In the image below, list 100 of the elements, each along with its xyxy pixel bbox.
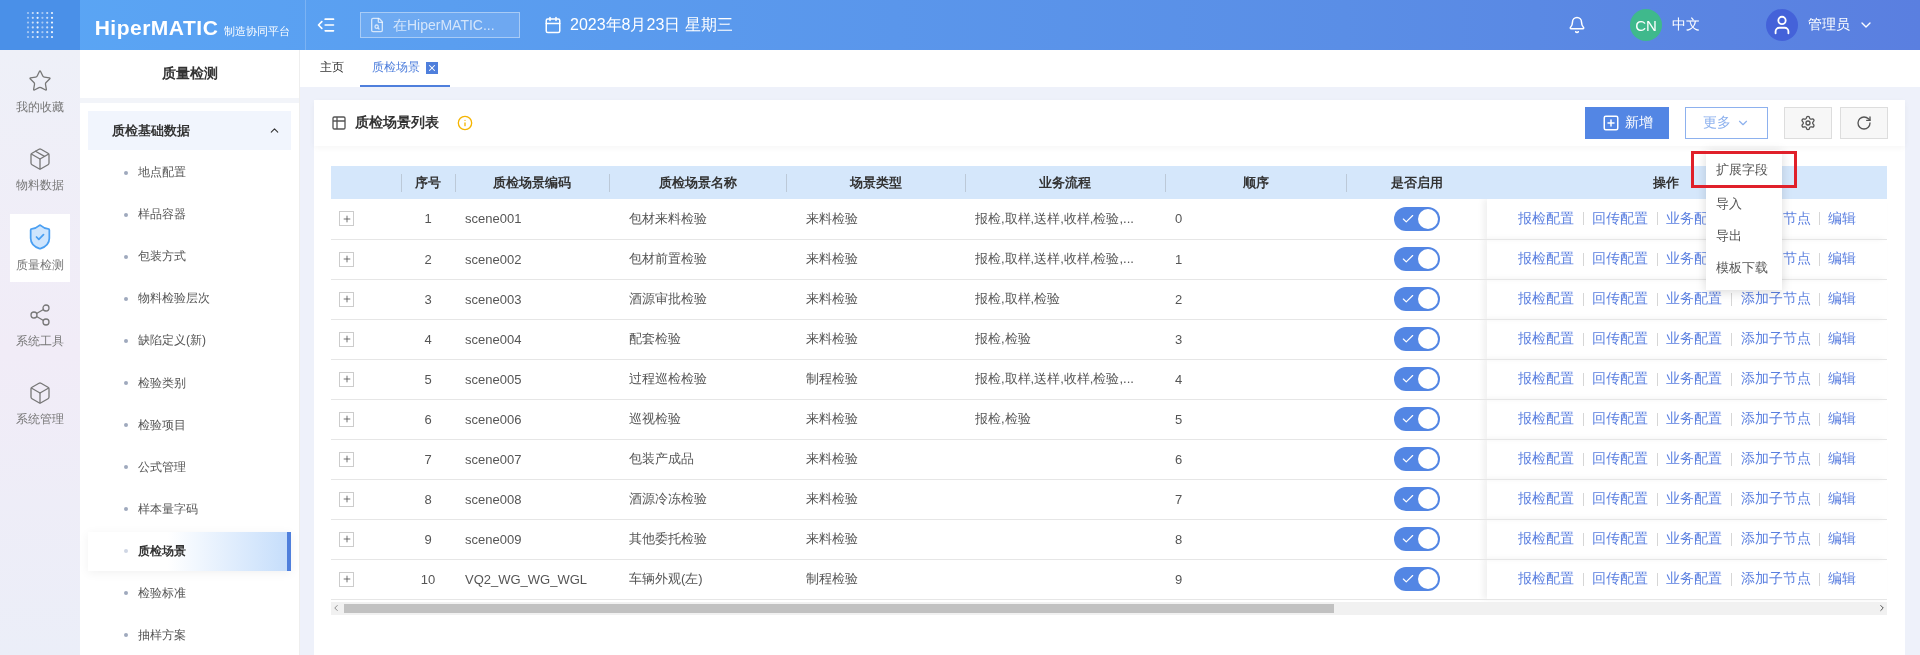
add-button[interactable]: 新增: [1585, 107, 1669, 139]
toggle-switch[interactable]: [1393, 567, 1440, 591]
action-link[interactable]: 业务配置: [1665, 290, 1722, 308]
scroll-left-icon[interactable]: [331, 603, 341, 613]
action-link[interactable]: 业务配置: [1665, 330, 1722, 348]
expand-button[interactable]: [339, 331, 354, 347]
action-link[interactable]: 添加子节点: [1740, 450, 1811, 468]
tab[interactable]: 主页: [308, 50, 356, 87]
action-link[interactable]: 节点: [1782, 250, 1811, 268]
action-link[interactable]: 回传配置: [1591, 250, 1648, 268]
action-link[interactable]: 回传配置: [1591, 330, 1648, 348]
action-link[interactable]: 添加子节点: [1740, 370, 1811, 388]
action-link[interactable]: 业务配置: [1665, 570, 1722, 588]
action-link[interactable]: 回传配置: [1591, 370, 1648, 388]
action-link[interactable]: 报检配置: [1517, 330, 1574, 348]
language-label[interactable]: 中文: [1672, 16, 1700, 34]
expand-button[interactable]: [339, 491, 354, 507]
expand-button[interactable]: [339, 251, 354, 267]
refresh-button[interactable]: [1840, 107, 1888, 139]
sidebar-item[interactable]: 样本量字码: [88, 489, 291, 529]
sidebar-item[interactable]: 缺陷定义(新): [88, 321, 291, 361]
toggle-switch[interactable]: [1393, 287, 1440, 311]
action-link[interactable]: 报检配置: [1517, 290, 1574, 308]
action-link[interactable]: 编辑: [1827, 370, 1856, 388]
action-link[interactable]: 报检配置: [1517, 250, 1574, 268]
user-avatar[interactable]: [1766, 9, 1798, 41]
toggle-switch[interactable]: [1393, 527, 1440, 551]
nav-rail-item[interactable]: 系统工具: [10, 292, 70, 360]
action-link[interactable]: 报检配置: [1517, 450, 1574, 468]
sidebar-item[interactable]: 抽样方案: [88, 615, 291, 655]
action-link[interactable]: 编辑: [1827, 330, 1856, 348]
toggle-switch[interactable]: [1393, 407, 1440, 431]
settings-button[interactable]: [1784, 107, 1832, 139]
action-link[interactable]: 回传配置: [1591, 290, 1648, 308]
action-link[interactable]: 业务配置: [1665, 450, 1722, 468]
menu-item[interactable]: 导出: [1706, 220, 1782, 252]
toggle-switch[interactable]: [1393, 487, 1440, 511]
action-link[interactable]: 添加子节点: [1740, 330, 1811, 348]
action-link[interactable]: 报检配置: [1517, 570, 1574, 588]
expand-button[interactable]: [339, 211, 354, 227]
nav-rail-item[interactable]: 我的收藏: [10, 58, 70, 126]
action-link[interactable]: 报检配置: [1517, 370, 1574, 388]
sidebar-item[interactable]: 检验项目: [88, 405, 291, 445]
sidebar-item[interactable]: 地点配置: [88, 153, 291, 193]
action-link[interactable]: 编辑: [1827, 209, 1856, 228]
expand-button[interactable]: [339, 571, 354, 587]
more-button[interactable]: 更多: [1685, 107, 1768, 139]
nav-rail-item[interactable]: 物料数据: [10, 136, 70, 204]
action-link[interactable]: 业务配置: [1665, 530, 1722, 548]
action-link[interactable]: 业务配置: [1665, 370, 1722, 388]
expand-button[interactable]: [339, 411, 354, 427]
close-icon[interactable]: [426, 61, 438, 74]
toggle-switch[interactable]: [1393, 206, 1440, 231]
toggle-switch[interactable]: [1393, 447, 1440, 471]
action-link[interactable]: 报检配置: [1517, 490, 1574, 508]
action-link[interactable]: 回传配置: [1591, 530, 1648, 548]
sidebar-item[interactable]: 质检场景: [88, 531, 291, 571]
sidebar-item[interactable]: 包装方式: [88, 237, 291, 277]
action-link[interactable]: 回传配置: [1591, 450, 1648, 468]
user-name[interactable]: 管理员: [1808, 16, 1850, 34]
expand-button[interactable]: [339, 291, 354, 307]
action-link[interactable]: 编辑: [1827, 290, 1856, 308]
action-link[interactable]: 回传配置: [1591, 209, 1648, 228]
toggle-switch[interactable]: [1393, 327, 1440, 351]
toggle-switch[interactable]: [1393, 247, 1440, 271]
menu-item[interactable]: 扩展字段: [1691, 151, 1797, 188]
nav-rail-item[interactable]: 质量检测: [10, 214, 70, 282]
action-link[interactable]: 编辑: [1827, 490, 1856, 508]
action-link[interactable]: 回传配置: [1591, 570, 1648, 588]
info-icon[interactable]: [457, 115, 473, 131]
action-link[interactable]: 业务配置: [1665, 410, 1722, 428]
expand-button[interactable]: [339, 531, 354, 547]
action-link[interactable]: 添加子节点: [1740, 570, 1811, 588]
sidebar-item[interactable]: 公式管理: [88, 447, 291, 487]
action-link[interactable]: 报检配置: [1517, 410, 1574, 428]
menu-fold-icon[interactable]: [316, 15, 336, 35]
sidebar-item[interactable]: 样品容器: [88, 195, 291, 235]
nav-rail-item[interactable]: 系统管理: [10, 370, 70, 438]
toggle-switch[interactable]: [1393, 367, 1440, 391]
action-link[interactable]: 添加子节点: [1740, 530, 1811, 548]
action-link[interactable]: 报检配置: [1517, 530, 1574, 548]
action-link[interactable]: 添加子节点: [1740, 410, 1811, 428]
action-link[interactable]: 业务配置: [1665, 490, 1722, 508]
scroll-right-icon[interactable]: [1877, 603, 1887, 613]
notification-icon[interactable]: [1568, 16, 1586, 34]
action-link[interactable]: 回传配置: [1591, 410, 1648, 428]
menu-item[interactable]: 模板下载: [1706, 252, 1782, 284]
sidebar-item[interactable]: 物料检验层次: [88, 279, 291, 319]
sidebar-item[interactable]: 检验类别: [88, 363, 291, 403]
action-link[interactable]: 编辑: [1827, 570, 1856, 588]
expand-button[interactable]: [339, 451, 354, 467]
action-link[interactable]: 编辑: [1827, 410, 1856, 428]
horizontal-scrollbar[interactable]: [331, 601, 1887, 615]
search-field[interactable]: 在HiperMATIC...: [360, 12, 520, 38]
action-link[interactable]: 编辑: [1827, 450, 1856, 468]
action-link[interactable]: 回传配置: [1591, 490, 1648, 508]
menu-group[interactable]: 质检基础数据: [88, 111, 291, 151]
action-link[interactable]: 添加子节点: [1740, 490, 1811, 508]
expand-button[interactable]: [339, 371, 354, 387]
action-link[interactable]: 节点: [1782, 209, 1811, 228]
